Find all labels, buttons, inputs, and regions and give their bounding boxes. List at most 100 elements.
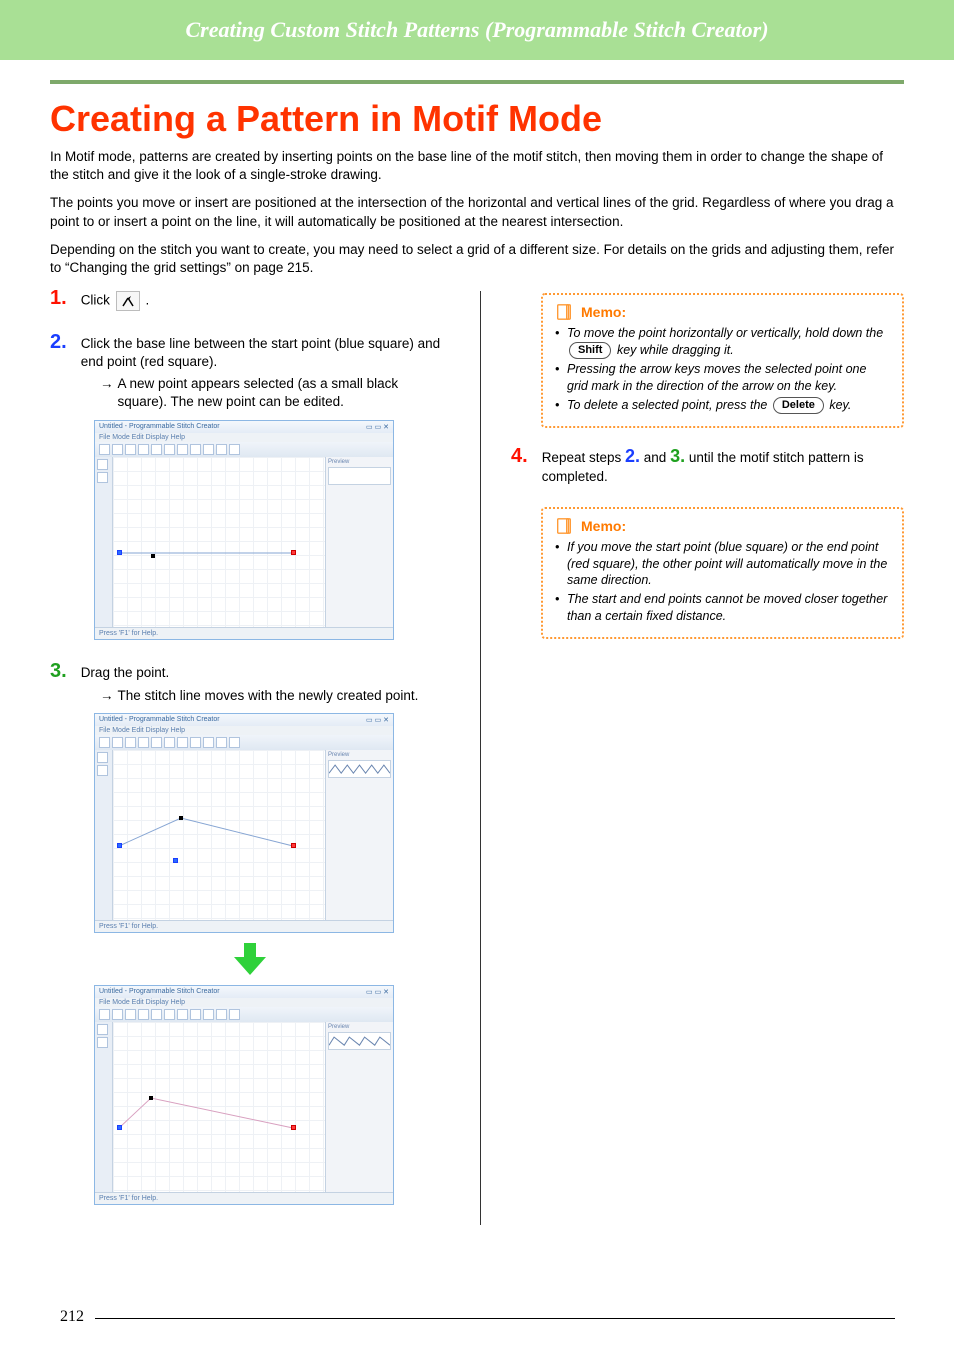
window-controls-icon: ▭ ▭ ✕ xyxy=(366,423,389,431)
ref-step-2: 2. xyxy=(625,446,640,466)
window-toolbar xyxy=(95,735,393,750)
memo1-item3: To delete a selected point, press the De… xyxy=(567,397,851,414)
memo-box-1: Memo: • To move the point horizontally o… xyxy=(541,293,904,428)
window-title-text: Untitled - Programmable Stitch Creator xyxy=(99,423,220,431)
step-number-1: 1. xyxy=(50,287,67,310)
step-number-3: 3. xyxy=(50,660,67,683)
arrow-icon: → xyxy=(100,687,114,705)
step-4: 4. Repeat steps 2. and 3. until the moti… xyxy=(511,444,904,487)
step-4-text: Repeat steps 2. and 3. until the motif s… xyxy=(542,444,904,487)
end-point xyxy=(291,1125,296,1130)
canvas xyxy=(113,457,325,627)
start-point xyxy=(117,550,122,555)
preview-label: Preview xyxy=(328,752,391,760)
end-point xyxy=(291,843,296,848)
left-toolbox xyxy=(95,457,113,627)
screenshot-step-2: Untitled - Programmable Stitch Creator ▭… xyxy=(94,420,394,640)
chapter-header: Creating Custom Stitch Patterns (Program… xyxy=(0,0,954,60)
status-bar: Press 'F1' for Help. xyxy=(95,627,393,639)
toolbar-icon xyxy=(177,444,188,455)
toolbar-icon xyxy=(125,444,136,455)
toolbar-icon xyxy=(151,444,162,455)
memo-title: Memo: xyxy=(581,304,626,320)
toolbar-icon xyxy=(99,444,110,455)
status-bar: Press 'F1' for Help. xyxy=(95,1192,393,1204)
window-menubar: File Mode Edit Display Help xyxy=(95,726,393,735)
preview-panel: Preview xyxy=(325,457,393,627)
memo-box-2: Memo: •If you move the start point (blue… xyxy=(541,507,904,639)
end-point xyxy=(291,550,296,555)
intro-p2: The points you move or insert are positi… xyxy=(50,194,904,230)
step-1: 1. Click . xyxy=(50,287,450,310)
memo2-item2: The start and end points cannot be moved… xyxy=(567,591,890,625)
preview-box xyxy=(328,467,391,485)
toolbar-icon xyxy=(138,444,149,455)
app-window: Untitled - Programmable Stitch Creator ▭… xyxy=(94,420,394,640)
window-controls-icon: ▭ ▭ ✕ xyxy=(366,716,389,724)
app-window: Untitled - Programmable Stitch Creator ▭ … xyxy=(94,985,394,1205)
step-3-sub: → The stitch line moves with the newly c… xyxy=(100,687,450,705)
memo2-item1: If you move the start point (blue square… xyxy=(567,539,890,590)
edit-point-tool-icon xyxy=(116,291,140,311)
step-number-2: 2. xyxy=(50,331,67,354)
step-1-after: . xyxy=(145,292,149,307)
memo1-item2: Pressing the arrow keys moves the select… xyxy=(567,361,890,395)
chapter-title: Creating Custom Stitch Patterns (Program… xyxy=(185,17,768,43)
window-toolbar xyxy=(95,442,393,457)
memo1-item1: To move the point horizontally or vertic… xyxy=(567,325,890,359)
page-number: 212 xyxy=(60,1308,84,1326)
status-bar: Press 'F1' for Help. xyxy=(95,920,393,932)
step-3-sub-text: The stitch line moves with the newly cre… xyxy=(118,687,419,705)
toolbar-icon xyxy=(190,444,201,455)
two-column-layout: 1. Click . xyxy=(50,287,904,1225)
step-2-sub: → A new point appears selected (as a sma… xyxy=(100,375,450,411)
arrow-icon: → xyxy=(100,375,114,411)
window-menubar: File Mode Edit Display Help xyxy=(95,998,393,1007)
tool-icon xyxy=(97,472,108,483)
window-menubar: File Mode Edit Display Help xyxy=(95,433,393,442)
page-title: Creating a Pattern in Motif Mode xyxy=(50,98,904,140)
canvas xyxy=(113,750,325,920)
toolbar-icon xyxy=(216,444,227,455)
canvas xyxy=(113,1022,325,1192)
delete-key: Delete xyxy=(773,397,824,414)
step-2: 2. Click the base line between the start… xyxy=(50,331,450,640)
cursor-hint xyxy=(173,858,178,863)
page-number-rule xyxy=(95,1318,895,1319)
down-arrow-icon xyxy=(232,941,268,977)
step-1-before: Click xyxy=(81,292,114,307)
app-window: Untitled - Programmable Stitch Creator ▭ … xyxy=(94,713,394,933)
step-3: 3. Drag the point. → The stitch line mov… xyxy=(50,660,450,1205)
window-toolbar xyxy=(95,1007,393,1022)
intro-p3: Depending on the stitch you want to crea… xyxy=(50,241,904,277)
intro-p1: In Motif mode, patterns are created by i… xyxy=(50,148,904,184)
memo-title: Memo: xyxy=(581,518,626,534)
memo-body: •If you move the start point (blue squar… xyxy=(555,539,890,625)
toolbar-icon xyxy=(164,444,175,455)
tool-icon xyxy=(97,459,108,470)
window-titlebar: Untitled - Programmable Stitch Creator ▭… xyxy=(95,421,393,433)
screenshot-step-3a: Untitled - Programmable Stitch Creator ▭ … xyxy=(94,713,394,933)
left-column: 1. Click . xyxy=(50,287,450,1225)
step-3-text: Drag the point. xyxy=(81,664,170,682)
start-point xyxy=(117,1125,122,1130)
window-controls-icon: ▭ ▭ ✕ xyxy=(366,988,389,996)
intro-block: In Motif mode, patterns are created by i… xyxy=(50,148,904,277)
column-divider xyxy=(480,291,481,1225)
new-point xyxy=(149,1096,153,1100)
window-title-text: Untitled - Programmable Stitch Creator xyxy=(99,988,220,996)
stitch-line xyxy=(113,457,325,627)
screenshot-step-3b: Untitled - Programmable Stitch Creator ▭ … xyxy=(94,985,394,1205)
preview-label: Preview xyxy=(328,459,391,467)
step-1-text: Click . xyxy=(81,291,150,311)
toolbar-icon xyxy=(112,444,123,455)
shift-key: Shift xyxy=(569,342,611,359)
page-body: Creating a Pattern in Motif Mode In Moti… xyxy=(50,80,904,1225)
window-title-text: Untitled - Programmable Stitch Creator xyxy=(99,716,220,724)
new-point xyxy=(151,554,155,558)
memo-icon xyxy=(555,303,573,321)
step-2-sub-text: A new point appears selected (as a small… xyxy=(118,375,451,411)
right-column: Memo: • To move the point horizontally o… xyxy=(511,287,904,1225)
start-point xyxy=(117,843,122,848)
toolbar-icon xyxy=(229,444,240,455)
